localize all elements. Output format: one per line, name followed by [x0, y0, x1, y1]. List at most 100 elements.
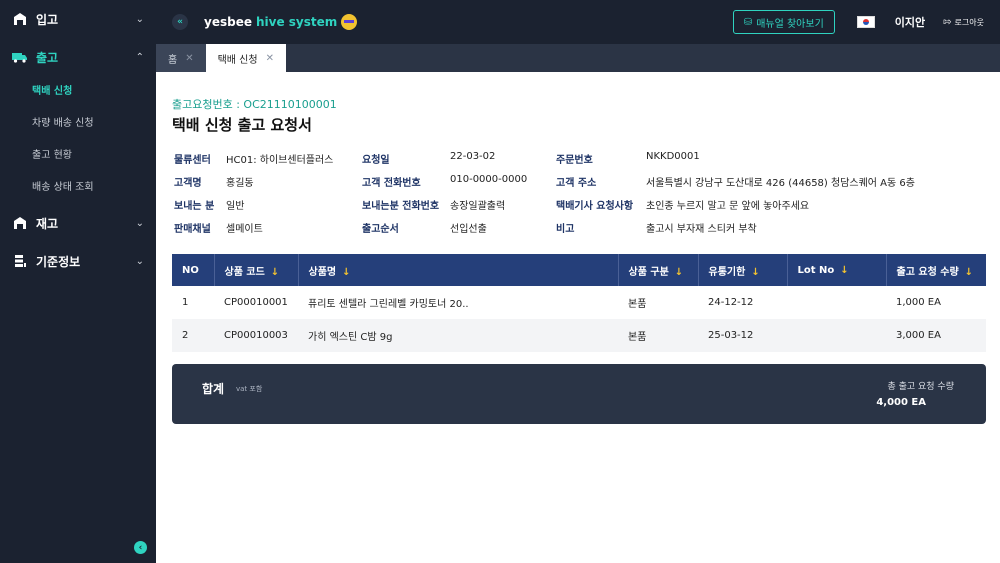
table-row[interactable]: 1 CP00010001 퓨리토 센텔라 그린레벨 카밍토너 20.. 본품 2…	[172, 286, 986, 319]
info-label: 비고	[556, 224, 575, 235]
warehouse-icon	[12, 215, 28, 231]
info-center: 물류센터 HC01: 하이브센터플러스	[174, 151, 333, 166]
manual-button-label: 매뉴얼 찾아보기	[756, 18, 824, 30]
info-value: 송장일괄출력	[450, 201, 506, 212]
request-info-grid: 물류센터 HC01: 하이브센터플러스 요청일 22-03-02 주문번호 NK…	[172, 151, 986, 247]
info-phone: 고객 전화번호 010-0000-0000	[362, 174, 527, 189]
sidebar-group-inventory[interactable]: 재고 ⌄	[0, 204, 156, 242]
cell-code: CP00010001	[224, 297, 288, 308]
sort-arrow-icon: ↓	[342, 266, 351, 278]
top-header: « yesbee hive system ⛁ 매뉴얼 찾아보기 이지안 ⇰ 로그…	[156, 0, 1000, 44]
close-icon[interactable]: ✕	[185, 53, 193, 64]
sort-arrow-icon: ↓	[840, 264, 849, 276]
app-logo: yesbee hive system	[204, 14, 358, 30]
summary-label: 합계	[202, 382, 225, 396]
column-header-label: NO	[182, 264, 199, 276]
info-channel: 판매채널 셀메이트	[174, 220, 263, 235]
page-title: 택배 신청 출고 요청서	[172, 116, 312, 134]
info-sender: 보내는 분 일반	[174, 197, 244, 212]
info-label: 택배기사 요청사항	[556, 201, 634, 212]
logo-system: hive system	[255, 15, 338, 29]
sort-arrow-icon: ↓	[751, 266, 760, 278]
info-value: 출고시 부자재 스티커 부착	[646, 224, 757, 235]
info-value: NKKD0001	[646, 151, 700, 162]
summary-panel: 합계 vat 포함 총 출고 요청 수량 4,000 EA	[172, 364, 986, 424]
close-icon[interactable]: ✕	[266, 53, 274, 64]
cell-no: 1	[182, 297, 189, 308]
sort-arrow-icon: ↓	[270, 266, 280, 278]
info-value: 선입선출	[450, 224, 487, 235]
table-row[interactable]: 2 CP00010003 가히 엑스틴 C밤 9g 본품 25-03-12 3,…	[172, 319, 986, 352]
info-label: 요청일	[362, 155, 390, 166]
main-content: 출고요청번호 : OC21110100001 택배 신청 출고 요청서 물류센터…	[172, 72, 986, 247]
logout-button[interactable]: ⇰ 로그아웃	[943, 17, 984, 28]
vat-note: vat 포함	[236, 385, 263, 393]
sort-arrow-icon: ↓	[674, 266, 684, 278]
info-value: 010-0000-0000	[450, 174, 528, 185]
chevron-down-icon: ⌄	[135, 255, 144, 267]
sidebar-group-master-data[interactable]: 기준정보 ⌄	[0, 242, 156, 280]
column-header-label: 상품 구분	[628, 266, 669, 278]
manual-button[interactable]: ⛁ 매뉴얼 찾아보기	[732, 10, 835, 34]
info-label: 보내는분 전화번호	[362, 201, 440, 212]
column-header-lot[interactable]: Lot No ↓	[787, 254, 887, 286]
sidebar-group-outbound[interactable]: 출고 ⌃	[0, 38, 156, 76]
cell-name: 퓨리토 센텔라 그린레벨 카밍토너 20..	[308, 299, 469, 310]
cell-qty: 1,000 EA	[896, 297, 941, 308]
table-header-row: NO 상품 코드 ↓ 상품명 ↓ 상품 구분 ↓ 유통기한 ↓ Lot No ↓ 출고 요…	[172, 254, 986, 286]
column-header-code[interactable]: 상품 코드 ↓	[214, 254, 299, 286]
sidebar-item-parcel-request[interactable]: 택배 신청	[0, 76, 156, 108]
cell-qty: 3,000 EA	[886, 319, 986, 352]
info-courier-note: 택배기사 요청사항 초인종 누르지 말고 문 앞에 놓아주세요	[556, 197, 809, 212]
cell-lot	[787, 286, 886, 319]
info-memo: 비고 출고시 부자재 스티커 부착	[556, 220, 757, 235]
info-label: 주문번호	[556, 155, 593, 166]
warehouse-icon	[12, 11, 28, 27]
sidebar-group-label: 재고	[36, 216, 59, 231]
tab-home[interactable]: 홈 ✕	[156, 44, 206, 72]
column-header-kind[interactable]: 상품 구분 ↓	[618, 254, 699, 286]
column-header-no[interactable]: NO	[172, 254, 215, 286]
sidebar-item-outbound-status[interactable]: 출고 현황	[0, 140, 156, 172]
double-chevron-left-icon[interactable]: «	[172, 14, 188, 30]
info-sender-phone: 보내는분 전화번호 송장일괄출력	[362, 197, 505, 212]
korea-flag-icon[interactable]	[856, 16, 875, 28]
sidebar-item-delivery-status[interactable]: 배송 상태 조회	[0, 172, 156, 204]
info-label: 물류센터	[174, 155, 211, 166]
cell-no: 2	[172, 319, 214, 352]
sidebar-group-label: 입고	[36, 12, 59, 27]
collapse-sidebar-button[interactable]: ‹	[134, 541, 147, 554]
sidebar-group-inbound[interactable]: 입고 ⌄	[0, 0, 156, 38]
tab-bar: 홈 ✕ 택배 신청 ✕	[156, 44, 1000, 72]
cell-name: 가히 엑스틴 C밤 9g	[298, 319, 618, 352]
column-header-label: 상품 코드	[224, 266, 265, 278]
info-label: 보내는 분	[174, 201, 215, 212]
cell-kind: 본품	[618, 319, 698, 352]
info-label: 고객명	[174, 178, 202, 189]
info-value: 초인종 누르지 말고 문 앞에 놓아주세요	[646, 201, 810, 212]
sidebar: 입고 ⌄ 출고 ⌃ 택배 신청 차량 배송 신청 출고 현황 배송 상태 조회 …	[0, 0, 156, 563]
info-label: 출고순서	[362, 224, 399, 235]
column-header-qty[interactable]: 출고 요청 수량 ↓	[886, 254, 986, 286]
total-qty-label: 총 출고 요청 수량	[887, 382, 954, 392]
info-value: 홍길동	[226, 178, 254, 189]
info-value: 일반	[226, 201, 245, 212]
sidebar-group-label: 기준정보	[36, 254, 81, 269]
info-label: 고객 주소	[556, 178, 597, 189]
column-header-name[interactable]: 상품명 ↓	[298, 254, 619, 286]
cell-kind: 본품	[628, 299, 647, 310]
info-address: 고객 주소 서울특별시 강남구 도산대로 426 (44658) 청담스퀘어 A…	[556, 174, 915, 189]
total-qty-value: 4,000 EA	[876, 397, 926, 408]
info-outbound-order: 출고순서 선입선출	[362, 220, 487, 235]
tab-parcel-request[interactable]: 택배 신청 ✕	[205, 44, 286, 72]
cell-expiry: 24-12-12	[708, 297, 754, 308]
sidebar-group-label: 출고	[36, 50, 59, 65]
column-header-expiry[interactable]: 유통기한 ↓	[698, 254, 788, 286]
info-value: 22-03-02	[450, 151, 496, 162]
sidebar-item-vehicle-request[interactable]: 차량 배송 신청	[0, 108, 156, 140]
info-request-date: 요청일 22-03-02	[362, 151, 495, 166]
help-icon: ⛁	[743, 16, 753, 28]
cell-expiry: 25-03-12	[698, 319, 787, 352]
column-header-label: 유통기한	[708, 266, 746, 278]
info-order-no: 주문번호 NKKD0001	[556, 151, 700, 166]
